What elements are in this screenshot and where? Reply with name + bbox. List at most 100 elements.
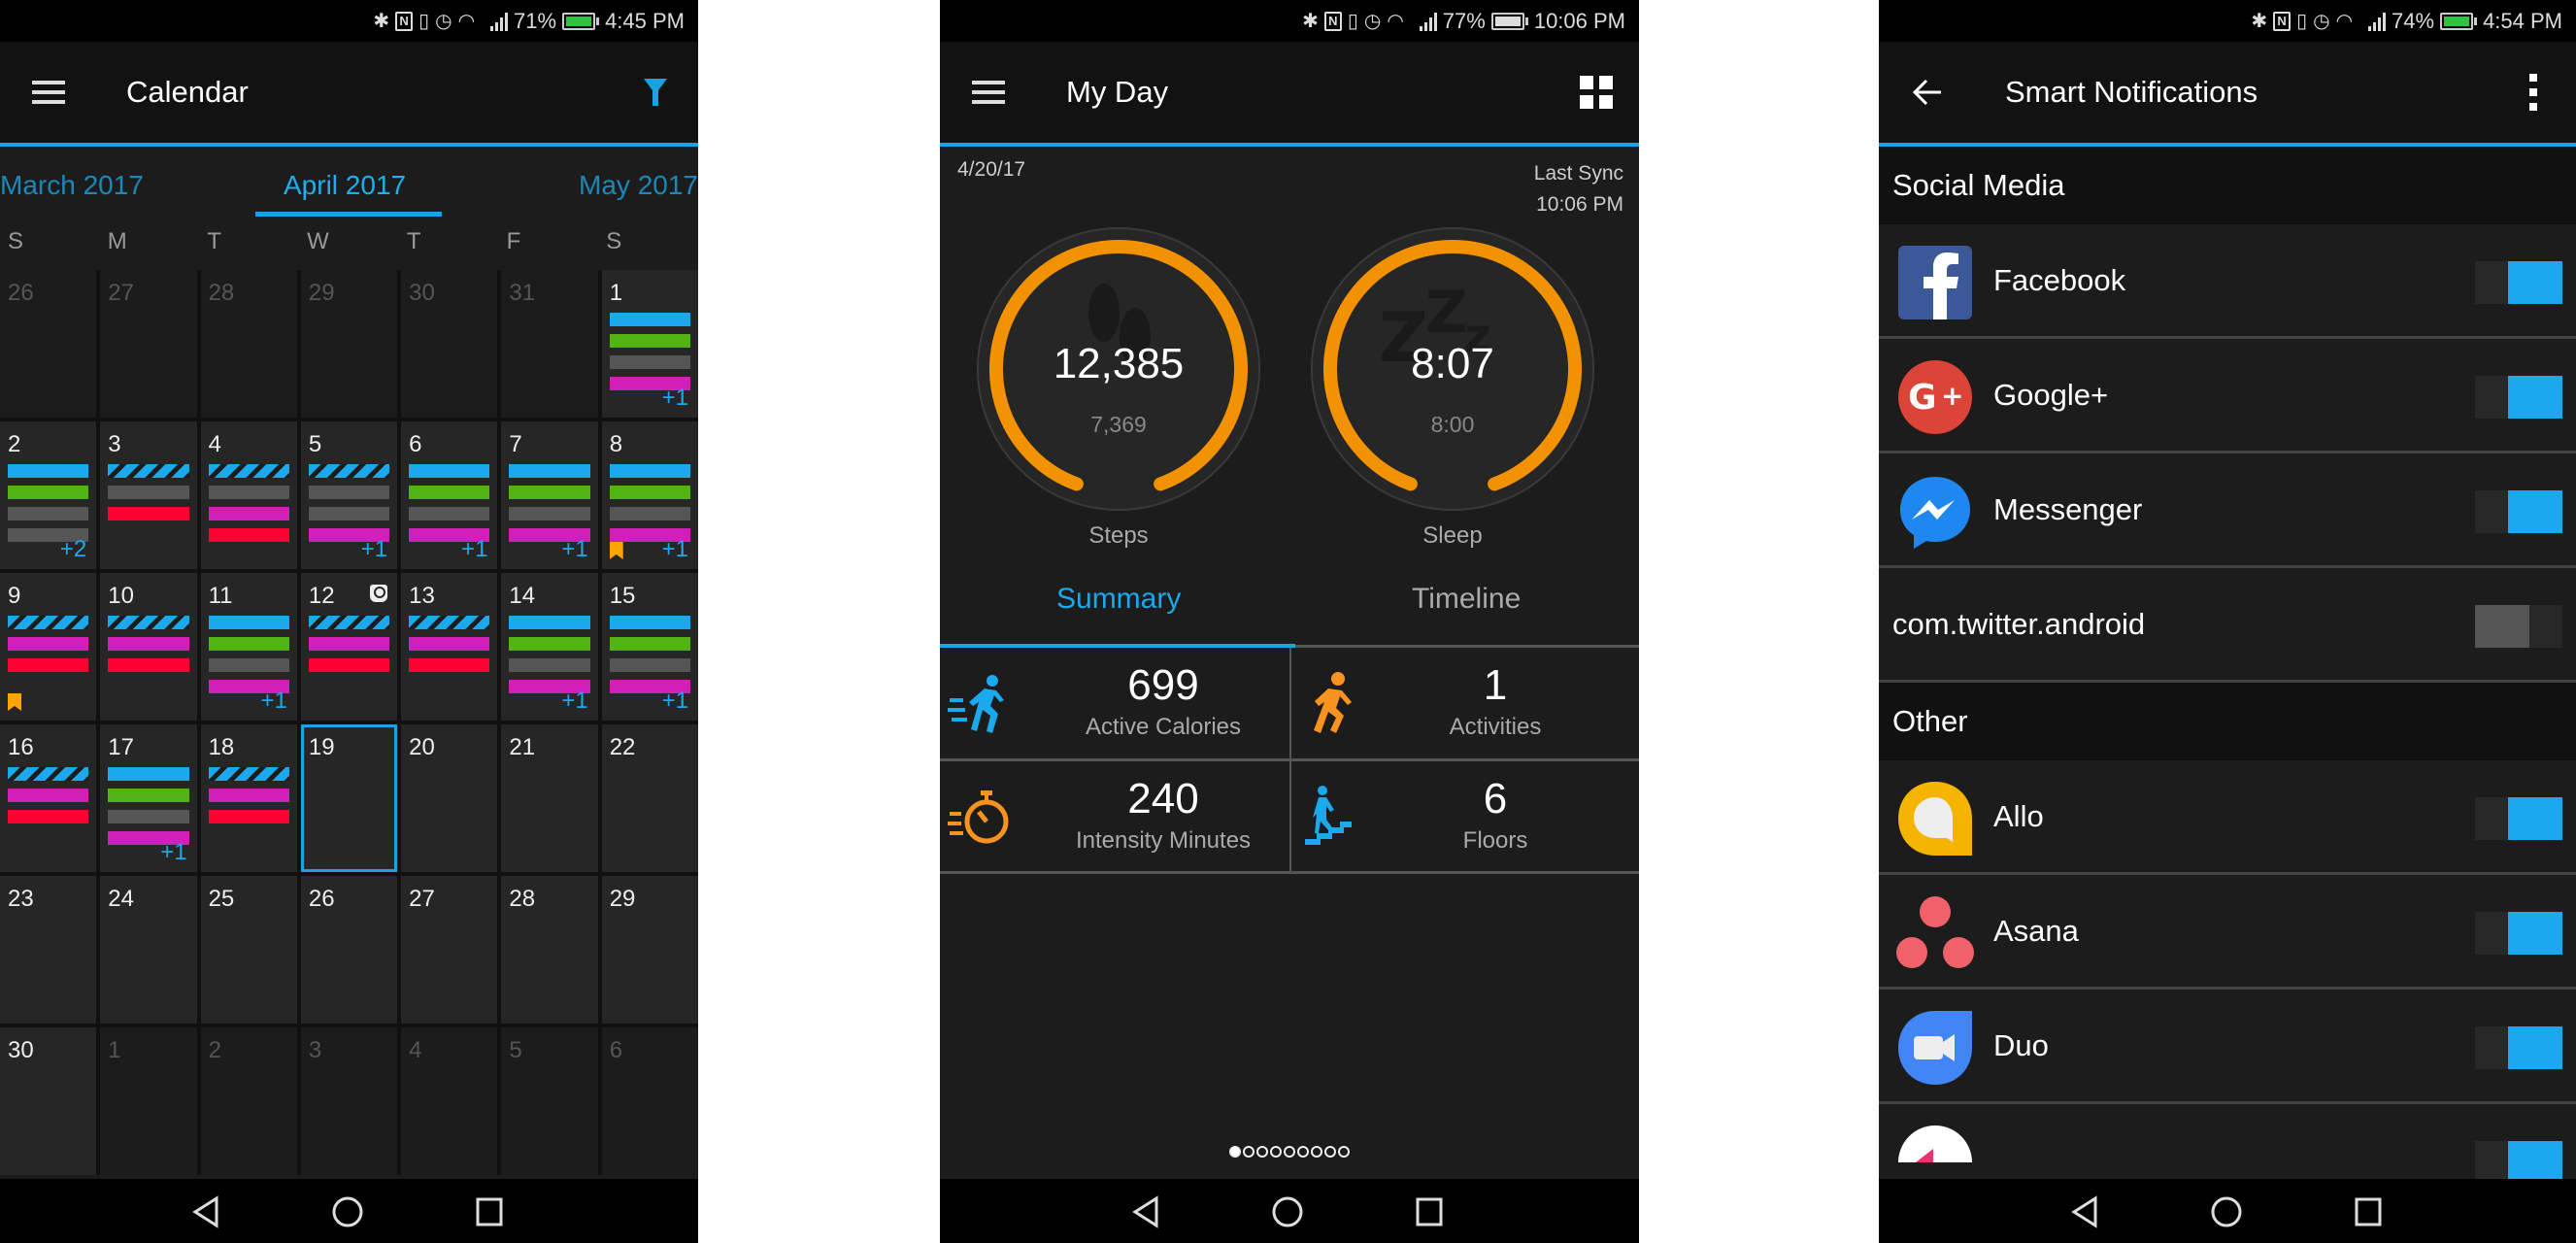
notification-toggle[interactable] <box>2475 912 2562 955</box>
calendar-day[interactable]: 1 <box>100 1027 197 1175</box>
calendar-day[interactable]: 10 <box>100 573 197 721</box>
activity-bar-green <box>609 334 690 348</box>
activity-bar-red <box>208 528 289 542</box>
calendar-day[interactable]: 21 <box>501 724 598 872</box>
next-month-tab[interactable]: May 2017 <box>579 170 698 201</box>
calendar-day[interactable]: 29 <box>601 876 698 1024</box>
notification-app-row[interactable]: G + Google+ <box>1879 339 2576 454</box>
calendar-day[interactable]: 8 +1 <box>601 421 698 569</box>
notification-app-row[interactable]: Asana <box>1879 875 2576 990</box>
calendar-day[interactable]: 18 <box>200 724 297 872</box>
notification-app-row[interactable]: Facebook <box>1879 224 2576 339</box>
calendar-day[interactable]: 28 <box>501 876 598 1024</box>
calendar-day[interactable]: 25 <box>200 876 297 1024</box>
calendar-day[interactable]: 6 +1 <box>401 421 498 569</box>
calendar-day[interactable]: 11 +1 <box>200 573 297 721</box>
calendar-day[interactable]: 16 <box>0 724 97 872</box>
calendar-day[interactable]: 26 <box>0 270 97 418</box>
calendar-day[interactable]: 4 <box>401 1027 498 1175</box>
back-button[interactable] <box>1908 73 1947 112</box>
nav-back-button[interactable] <box>1126 1193 1165 1231</box>
calendar-day[interactable]: 12 <box>300 573 398 721</box>
day-number: 2 <box>208 1037 221 1063</box>
calendar-day[interactable]: 4 <box>200 421 297 569</box>
nav-home-button[interactable] <box>1268 1193 1307 1231</box>
calendar-day[interactable]: 15 +1 <box>601 573 698 721</box>
calendar-day[interactable]: 27 <box>401 876 498 1024</box>
tab-summary[interactable]: Summary <box>1056 583 1181 616</box>
nav-back-button[interactable] <box>186 1193 225 1231</box>
status-bar: ✱ N ▯ ◷ ◠ 77% 10:06 PM <box>940 0 1639 42</box>
notification-toggle[interactable] <box>2475 797 2562 840</box>
page-dot[interactable] <box>1229 1146 1241 1158</box>
calendar-day[interactable]: 26 <box>300 876 398 1024</box>
calendar-day[interactable]: 28 <box>200 270 297 418</box>
stat-active-calories[interactable]: 699 Active Calories <box>940 648 1289 757</box>
calendar-day[interactable]: 31 <box>501 270 598 418</box>
notification-toggle[interactable] <box>2475 376 2562 419</box>
notification-app-row[interactable]: com.twitter.android <box>1879 568 2576 683</box>
stat-activities[interactable]: 1 Activities <box>1291 648 1639 757</box>
steps-gauge[interactable]: 12,385 7,369 Steps <box>975 225 1262 549</box>
calendar-day-today[interactable]: 19 <box>300 724 398 872</box>
calendar-day[interactable]: 3 <box>300 1027 398 1175</box>
calendar-day[interactable]: 24 <box>100 876 197 1024</box>
menu-button[interactable] <box>969 73 1008 112</box>
notification-toggle[interactable] <box>2475 490 2562 533</box>
notification-toggle[interactable] <box>2475 261 2562 304</box>
notification-toggle[interactable] <box>2475 1026 2562 1069</box>
page-dot[interactable] <box>1311 1146 1322 1158</box>
calendar-day[interactable]: 13 <box>401 573 498 721</box>
calendar-day[interactable]: 30 <box>401 270 498 418</box>
stat-intensity-minutes[interactable]: 240 Intensity Minutes <box>940 761 1289 871</box>
calendar-day[interactable]: 3 <box>100 421 197 569</box>
calendar-day[interactable]: 2 +2 <box>0 421 97 569</box>
calendar-day[interactable]: 23 <box>0 876 97 1024</box>
calendar-day[interactable]: 22 <box>601 724 698 872</box>
last-sync-time: 10:06 PM <box>1536 193 1623 216</box>
overflow-menu-button[interactable] <box>2512 71 2555 114</box>
widgets-button[interactable] <box>1575 71 1618 114</box>
tab-timeline[interactable]: Timeline <box>1412 583 1521 616</box>
page-dot[interactable] <box>1243 1146 1255 1158</box>
nav-recents-button[interactable] <box>1410 1193 1449 1231</box>
menu-button[interactable] <box>29 73 68 112</box>
calendar-day[interactable]: 14 +1 <box>501 573 598 721</box>
calendar-day[interactable]: 17 +1 <box>100 724 197 872</box>
calendar-day[interactable]: 5 <box>501 1027 598 1175</box>
calendar-day[interactable]: 5 +1 <box>300 421 398 569</box>
current-month-tab[interactable]: April 2017 <box>284 170 406 201</box>
notification-app-row[interactable]: Duo <box>1879 990 2576 1104</box>
svg-text:Z: Z <box>1425 279 1468 347</box>
prev-month-tab[interactable]: March 2017 <box>0 170 144 201</box>
page-dot[interactable] <box>1324 1146 1336 1158</box>
page-dot[interactable] <box>1297 1146 1309 1158</box>
nav-home-button[interactable] <box>2207 1193 2246 1231</box>
nav-recents-button[interactable] <box>470 1193 509 1231</box>
activity-bar-red <box>8 658 89 672</box>
page-dot[interactable] <box>1256 1146 1268 1158</box>
nav-recents-button[interactable] <box>2349 1193 2388 1231</box>
notification-app-row[interactable]: Allo <box>1879 760 2576 875</box>
current-month-indicator <box>255 212 442 217</box>
filter-button[interactable] <box>634 71 677 114</box>
calendar-day[interactable]: 29 <box>300 270 398 418</box>
notification-toggle[interactable] <box>2475 1141 2562 1184</box>
calendar-day[interactable]: 9 <box>0 573 97 721</box>
page-dot[interactable] <box>1284 1146 1295 1158</box>
calendar-day[interactable]: 30 <box>0 1027 97 1175</box>
calendar-day[interactable]: 1 +1 <box>601 270 698 418</box>
page-dot[interactable] <box>1338 1146 1350 1158</box>
calendar-day[interactable]: 20 <box>401 724 498 872</box>
calendar-day[interactable]: 7 +1 <box>501 421 598 569</box>
page-dot[interactable] <box>1270 1146 1282 1158</box>
calendar-day[interactable]: 27 <box>100 270 197 418</box>
stat-floors[interactable]: 6 Floors <box>1291 761 1639 871</box>
notification-app-row[interactable]: Messenger <box>1879 454 2576 568</box>
sleep-gauge[interactable]: ZZz 8:07 8:00 Sleep <box>1309 225 1596 549</box>
nav-home-button[interactable] <box>328 1193 367 1231</box>
nav-back-button[interactable] <box>2065 1193 2104 1231</box>
calendar-day[interactable]: 6 <box>601 1027 698 1175</box>
calendar-day[interactable]: 2 <box>200 1027 297 1175</box>
notification-toggle[interactable] <box>2475 605 2562 648</box>
